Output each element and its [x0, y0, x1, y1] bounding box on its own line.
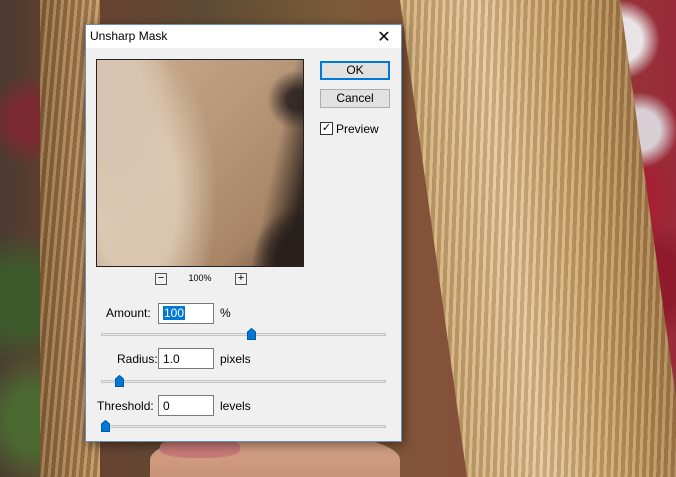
title-bar[interactable]: Unsharp Mask ✕: [86, 25, 401, 48]
cancel-button[interactable]: Cancel: [320, 89, 390, 108]
zoom-in-button[interactable]: +: [235, 273, 247, 285]
preview-checkbox[interactable]: ✓: [320, 122, 333, 135]
amount-label: Amount:: [106, 306, 151, 320]
radius-slider-track[interactable]: [101, 380, 386, 383]
zoom-out-button[interactable]: −: [155, 273, 167, 285]
preview-checkbox-label[interactable]: Preview: [336, 122, 379, 136]
amount-input[interactable]: 100: [158, 303, 214, 324]
threshold-unit: levels: [220, 399, 251, 413]
threshold-label: Threshold:: [97, 399, 154, 413]
close-button[interactable]: ✕: [367, 25, 401, 48]
preview-image[interactable]: [96, 59, 304, 267]
zoom-level: 100%: [188, 273, 212, 283]
threshold-input[interactable]: [158, 395, 214, 416]
close-icon: ✕: [377, 28, 391, 46]
unsharp-mask-dialog: Unsharp Mask ✕ − 100% + OK Cancel ✓ Prev…: [85, 24, 402, 442]
threshold-slider-track[interactable]: [101, 425, 386, 428]
amount-slider-thumb[interactable]: [247, 328, 257, 340]
radius-unit: pixels: [220, 352, 251, 366]
ok-button[interactable]: OK: [320, 61, 390, 80]
threshold-slider-thumb[interactable]: [101, 420, 110, 432]
amount-slider-track[interactable]: [101, 333, 386, 336]
amount-value: 100: [163, 306, 186, 320]
amount-unit: %: [220, 306, 231, 320]
radius-label: Radius:: [117, 352, 158, 366]
radius-slider-thumb[interactable]: [114, 375, 124, 387]
radius-input[interactable]: [158, 348, 214, 369]
dialog-title: Unsharp Mask: [90, 29, 168, 43]
preview-shadow-region: [250, 60, 303, 266]
